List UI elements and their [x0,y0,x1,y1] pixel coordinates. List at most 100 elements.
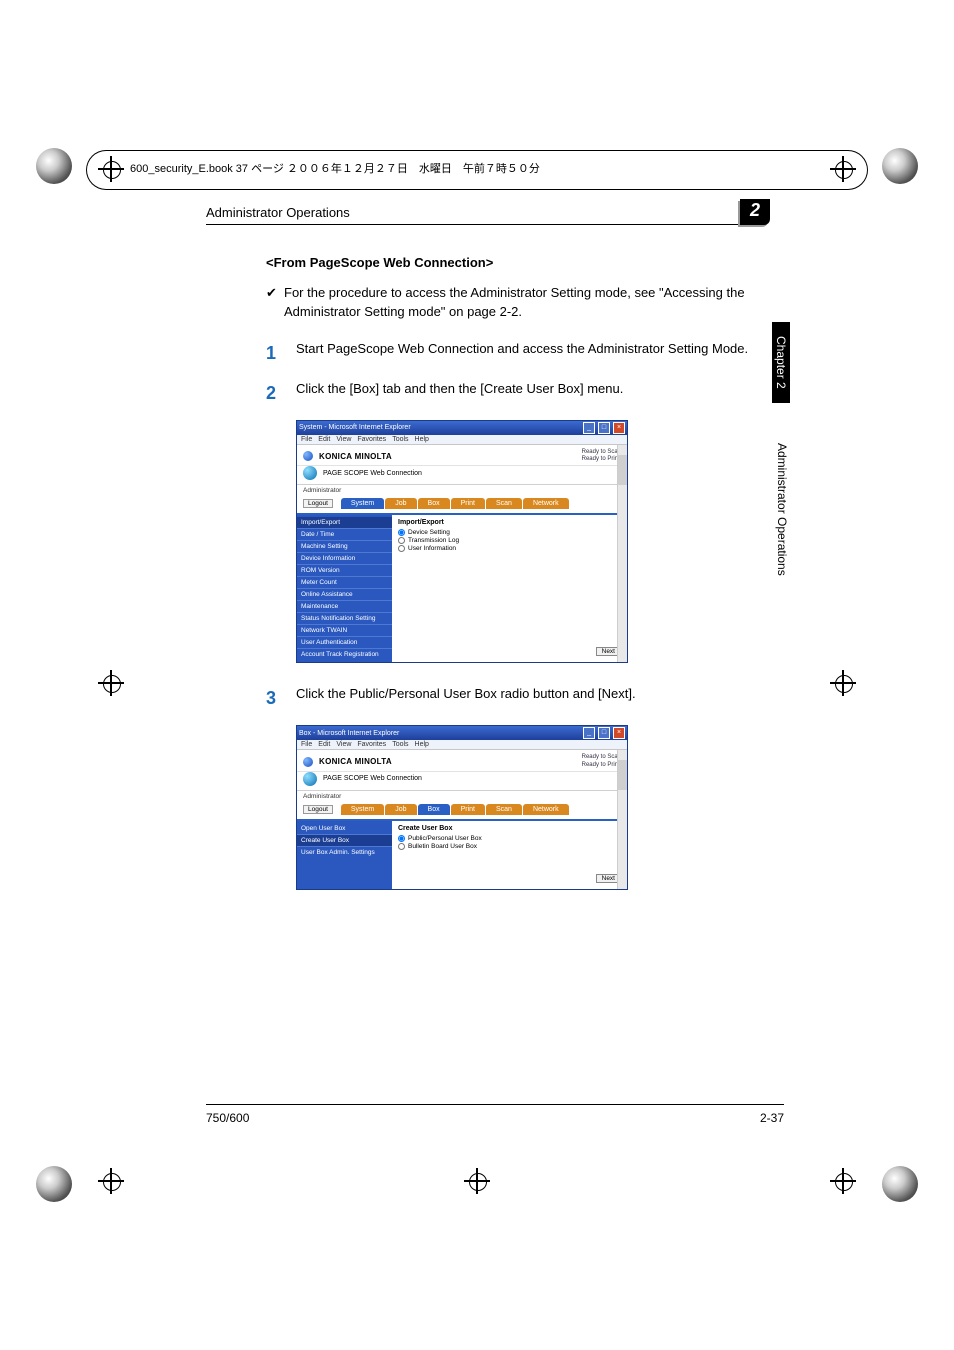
side-tab-section: Administrator Operations [772,443,789,576]
window-buttons: _ □ × [582,727,625,739]
brand-name: KONICA MINOLTA [319,452,392,461]
sidebar-item[interactable]: Status Notification Setting [297,612,392,624]
tab-strip: System Job Box Print Scan Network [341,498,570,509]
tab-network[interactable]: Network [523,498,569,509]
tab-box[interactable]: Box [418,498,450,509]
menu-help[interactable]: Help [415,741,429,748]
radio-option[interactable]: Device Setting [398,529,621,536]
radio-option[interactable]: User Information [398,545,621,552]
tab-system[interactable]: System [341,804,384,815]
radio-icon[interactable] [398,835,405,842]
ie-menubar: File Edit View Favorites Tools Help [297,435,627,445]
maximize-icon[interactable]: □ [598,727,610,739]
admin-label: Administrator [297,791,627,802]
tab-system[interactable]: System [341,498,384,509]
ready-print: Ready to Print [582,456,621,463]
sidebar-item[interactable]: Account Track Registration [297,648,392,660]
sidebar: Import/Export Date / Time Machine Settin… [297,515,392,662]
ready-status: Ready to Scan Ready to Print [582,449,621,463]
minimize-icon[interactable]: _ [583,727,595,739]
ie-titlebar: Box - Microsoft Internet Explorer _ □ × [297,726,627,740]
subbrand-row: PAGE SCOPE Web Connection [297,772,627,791]
step-text: Click the [Box] tab and then the [Create… [296,380,623,406]
brand-logo-icon [303,757,313,767]
radio-option[interactable]: Bulletin Board User Box [398,843,621,850]
scrollbar[interactable] [617,445,627,662]
ie-menubar: File Edit View Favorites Tools Help [297,740,627,750]
logout-button[interactable]: Logout [303,499,333,508]
logout-button[interactable]: Logout [303,805,333,814]
sidebar-item[interactable]: Create User Box [297,834,392,846]
tab-print[interactable]: Print [451,804,485,815]
menu-view[interactable]: View [336,436,351,443]
close-icon[interactable]: × [613,727,625,739]
screenshot-2: Box - Microsoft Internet Explorer _ □ × … [296,725,628,889]
menu-edit[interactable]: Edit [318,436,330,443]
tab-print[interactable]: Print [451,498,485,509]
menu-edit[interactable]: Edit [318,741,330,748]
tab-job[interactable]: Job [385,804,416,815]
brand-logo-icon [303,451,313,461]
menu-help[interactable]: Help [415,436,429,443]
radio-icon[interactable] [398,537,405,544]
menu-file[interactable]: File [301,436,312,443]
brand-row: KONICA MINOLTA Ready to Scan Ready to Pr… [297,445,627,466]
ready-scan: Ready to Scan [582,449,621,456]
subbrand-row: PAGE SCOPE Web Connection [297,466,627,485]
sidebar-item[interactable]: Online Assistance [297,588,392,600]
tab-job[interactable]: Job [385,498,416,509]
sidebar-item[interactable]: Device Information [297,552,392,564]
sidebar-item[interactable]: Maintenance [297,600,392,612]
radio-icon[interactable] [398,529,405,536]
brand-name: KONICA MINOLTA [319,757,392,766]
registration-crosshair [98,670,124,696]
panel-title: Create User Box [398,825,621,832]
maximize-icon[interactable]: □ [598,422,610,434]
step-number: 2 [266,380,296,406]
side-tab: Chapter 2 Administrator Operations [772,322,794,575]
subbrand-name: PAGE SCOPE Web Connection [323,775,422,782]
menu-tools[interactable]: Tools [392,741,408,748]
tab-scan[interactable]: Scan [486,498,522,509]
footer-page: 2-37 [760,1111,784,1125]
step-text: Click the Public/Personal User Box radio… [296,685,636,711]
menu-file[interactable]: File [301,741,312,748]
window-buttons: _ □ × [582,422,625,434]
main-panel: Import/Export Device Setting Transmissio… [392,515,627,662]
menu-tools[interactable]: Tools [392,436,408,443]
sidebar-item[interactable]: ROM Version [297,564,392,576]
tab-box[interactable]: Box [418,804,450,815]
registration-crosshair [830,1168,856,1194]
ie-titlebar: System - Microsoft Internet Explorer _ □… [297,421,627,435]
sidebar-item[interactable]: Import/Export [297,517,392,528]
step-number: 3 [266,685,296,711]
radio-icon[interactable] [398,545,405,552]
section-heading: <From PageScope Web Connection> [266,255,766,270]
note-text: For the procedure to access the Administ… [284,284,766,322]
footer-model: 750/600 [206,1111,249,1125]
tab-network[interactable]: Network [523,804,569,815]
side-tab-chapter: Chapter 2 [772,322,790,403]
menu-view[interactable]: View [336,741,351,748]
sidebar-item[interactable]: Date / Time [297,528,392,540]
ready-scan: Ready to Scan [582,754,621,761]
radio-option[interactable]: Public/Personal User Box [398,835,621,842]
menu-favorites[interactable]: Favorites [357,741,386,748]
scrollbar[interactable] [617,750,627,888]
menu-favorites[interactable]: Favorites [357,436,386,443]
radio-icon[interactable] [398,843,405,850]
sidebar: Open User Box Create User Box User Box A… [297,821,392,889]
minimize-icon[interactable]: _ [583,422,595,434]
sidebar-item[interactable]: Machine Setting [297,540,392,552]
registration-crosshair [98,1168,124,1194]
tab-scan[interactable]: Scan [486,804,522,815]
close-icon[interactable]: × [613,422,625,434]
sidebar-item[interactable]: Network TWAIN [297,624,392,636]
sidebar-item[interactable]: User Authentication [297,636,392,648]
sidebar-item[interactable]: Open User Box [297,823,392,834]
sidebar-item[interactable]: Meter Count [297,576,392,588]
globe-icon [303,466,317,480]
sidebar-item[interactable]: User Box Admin. Settings [297,846,392,858]
radio-option[interactable]: Transmission Log [398,537,621,544]
book-header-text: 600_security_E.book 37 ページ ２００６年１２月２７日 水… [130,160,540,176]
